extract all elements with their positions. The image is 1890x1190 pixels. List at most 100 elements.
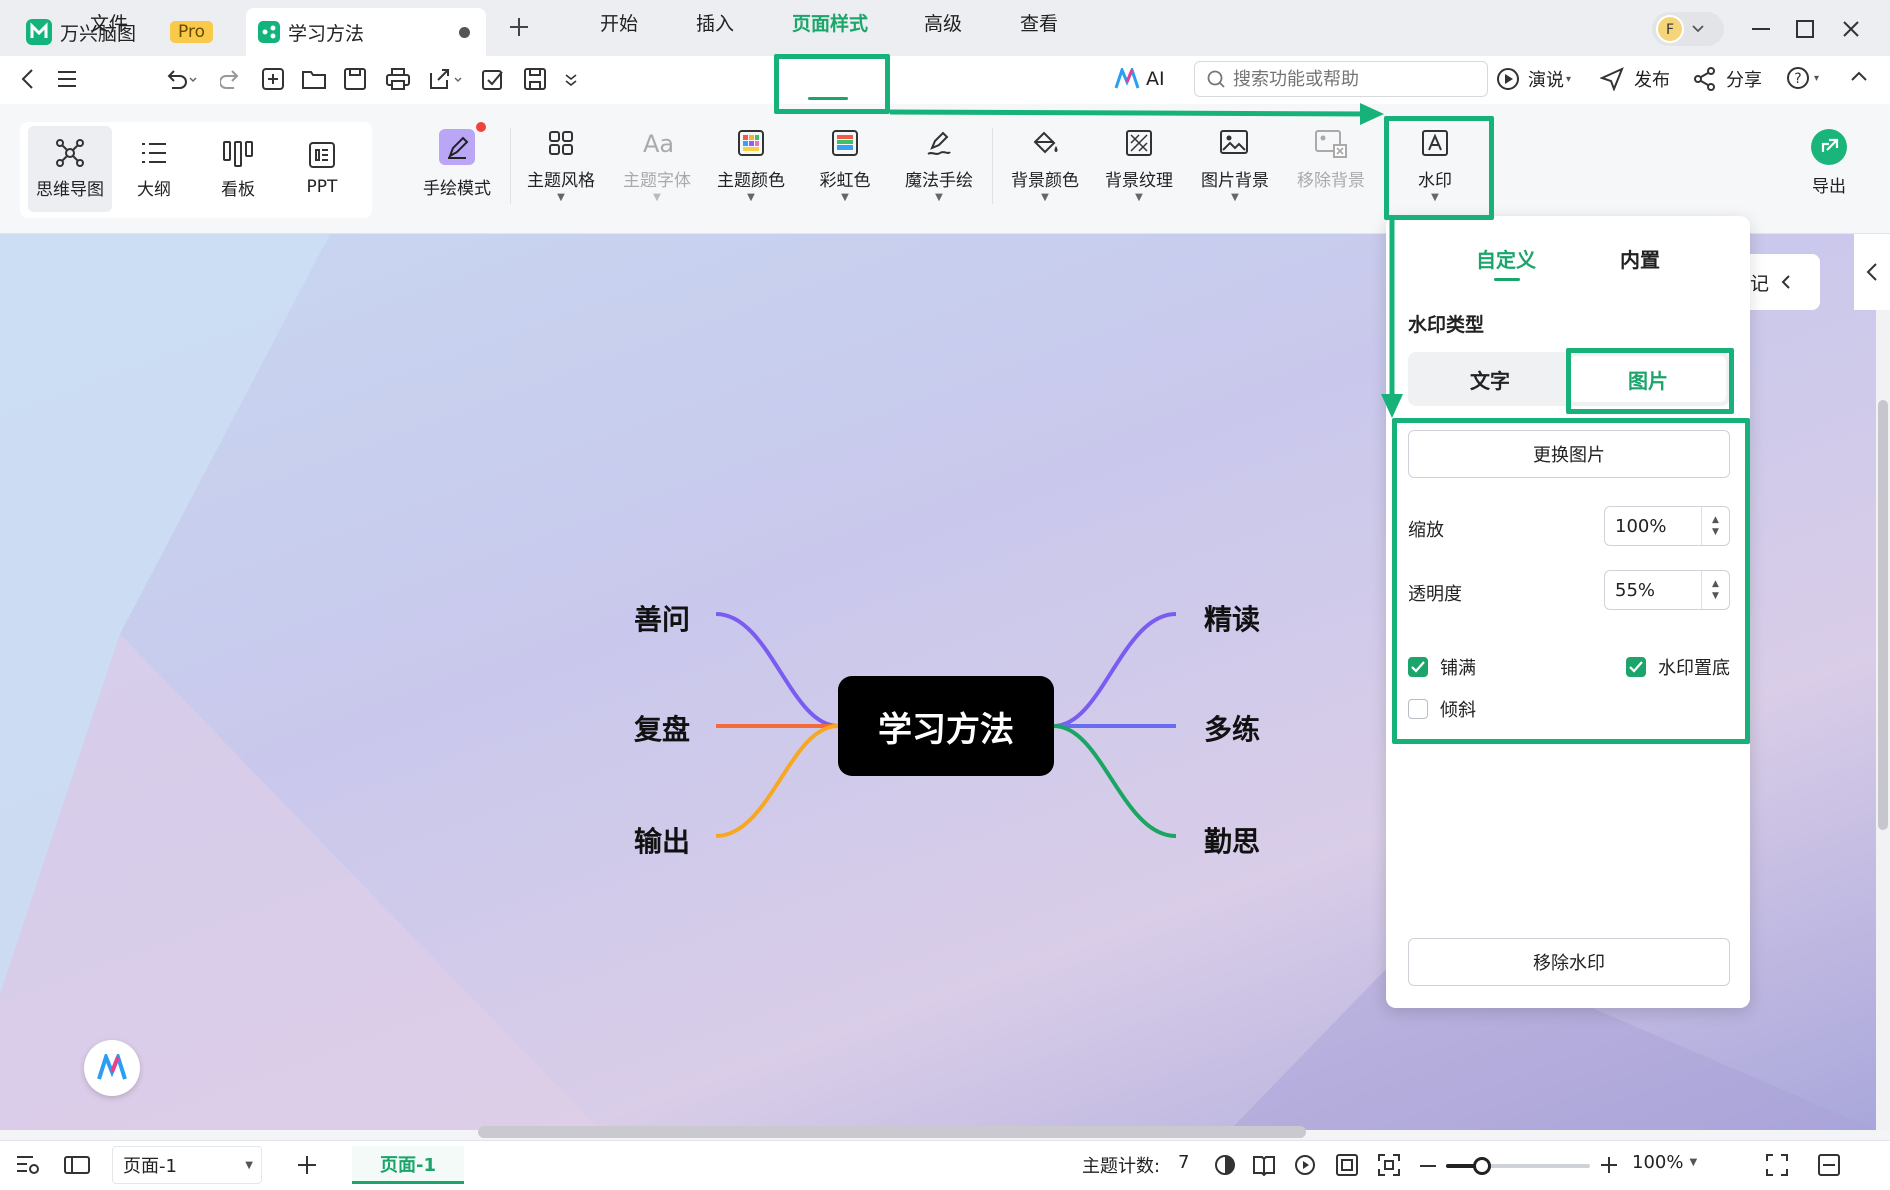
arrow-down-icon[interactable]: ▼ xyxy=(1712,590,1719,602)
theme-style-button[interactable]: 主题风格 ▼ xyxy=(514,128,608,203)
menu-view[interactable]: 查看 xyxy=(1020,10,1058,38)
unsaved-dot-icon[interactable] xyxy=(459,26,470,38)
arrow-up-icon[interactable]: ▲ xyxy=(1712,514,1719,526)
search-box[interactable] xyxy=(1194,61,1488,97)
tilt-checkbox-row[interactable]: 倾斜 xyxy=(1408,696,1476,722)
opacity-stepper[interactable]: ▲▼ xyxy=(1604,570,1730,610)
publish-button[interactable]: 发布 xyxy=(1600,66,1670,92)
notes-tab[interactable]: 记 xyxy=(1740,254,1820,310)
zoom-out-icon[interactable] xyxy=(1420,1164,1436,1168)
redo-icon[interactable] xyxy=(220,68,242,90)
user-account[interactable]: F xyxy=(1652,12,1724,46)
scale-stepper[interactable]: ▲▼ xyxy=(1604,506,1730,546)
collapse-ribbon-icon[interactable] xyxy=(1850,70,1868,82)
save-as-icon[interactable] xyxy=(524,68,546,90)
menu-insert[interactable]: 插入 xyxy=(696,10,734,38)
page-select[interactable]: 页面-1 ▼ xyxy=(112,1146,262,1184)
arrow-down-icon[interactable]: ▼ xyxy=(1712,526,1719,538)
zoom-slider[interactable] xyxy=(1446,1157,1590,1175)
book-mode-icon[interactable] xyxy=(1252,1154,1276,1176)
menu-start[interactable]: 开始 xyxy=(600,10,638,38)
page-panel-icon[interactable] xyxy=(64,1156,90,1174)
image-background-button[interactable]: 图片背景 ▼ xyxy=(1188,128,1282,203)
change-image-button[interactable]: 更换图片 xyxy=(1408,430,1730,478)
more-chevron-icon[interactable] xyxy=(564,72,578,86)
topic-qinsi[interactable]: 勤思 xyxy=(1204,820,1260,860)
file-menu[interactable]: 文件 xyxy=(90,10,128,38)
menu-advanced[interactable]: 高级 xyxy=(924,10,962,38)
remove-watermark-button[interactable]: 移除水印 xyxy=(1408,938,1730,986)
slideshow-icon[interactable] xyxy=(1294,1154,1316,1176)
horizontal-scrollbar-thumb[interactable] xyxy=(478,1126,1306,1138)
scale-arrows[interactable]: ▲ ▼ xyxy=(1701,507,1729,545)
zoom-in-icon[interactable] xyxy=(1600,1156,1618,1174)
tile-checkbox[interactable] xyxy=(1408,657,1428,677)
zoom-slider-handle[interactable] xyxy=(1473,1157,1491,1175)
maximize-icon[interactable] xyxy=(1788,12,1822,46)
task-icon[interactable] xyxy=(482,68,504,90)
type-image-option[interactable]: 图片 xyxy=(1570,356,1726,402)
theme-color-button[interactable]: 主题颜色 ▼ xyxy=(704,128,798,203)
central-topic[interactable]: 学习方法 xyxy=(838,676,1054,776)
minimize-icon[interactable] xyxy=(1744,12,1778,46)
tab-builtin[interactable]: 内置 xyxy=(1620,244,1660,273)
topic-shanwen[interactable]: 善问 xyxy=(634,598,690,638)
view-outline-button[interactable]: 大纲 xyxy=(112,126,196,212)
type-text-option[interactable]: 文字 xyxy=(1412,356,1568,402)
watermark-bottom-checkbox[interactable] xyxy=(1626,657,1646,677)
topic-duolian[interactable]: 多练 xyxy=(1204,708,1260,748)
tab-custom[interactable]: 自定义 xyxy=(1476,244,1536,273)
export-share-icon[interactable] xyxy=(428,68,464,90)
background-color-button[interactable]: 背景颜色 ▼ xyxy=(998,128,1092,203)
menu-page-style[interactable]: 页面样式 xyxy=(792,10,868,38)
tile-checkbox-row[interactable]: 铺满 xyxy=(1408,654,1476,680)
ai-assistant-button[interactable] xyxy=(84,1040,140,1096)
side-panel-toggle[interactable] xyxy=(1854,234,1890,310)
fit-screen-icon[interactable] xyxy=(1378,1154,1400,1176)
new-tab-icon[interactable] xyxy=(506,14,532,40)
menu-icon[interactable] xyxy=(58,70,76,88)
page-tab-active[interactable]: 页面-1 xyxy=(352,1146,464,1184)
outline-toggle-icon[interactable] xyxy=(16,1154,40,1176)
undo-icon[interactable] xyxy=(164,68,198,90)
zoom-level-select[interactable]: 100% ▼ xyxy=(1632,1152,1697,1173)
scale-input[interactable] xyxy=(1605,515,1689,537)
bottom-checkbox-row[interactable]: 水印置底 xyxy=(1626,654,1730,680)
search-input[interactable] xyxy=(1233,68,1473,90)
menu-ai[interactable]: AI xyxy=(1114,68,1165,90)
fit-page-icon[interactable] xyxy=(1336,1154,1358,1176)
new-file-icon[interactable] xyxy=(262,68,284,90)
opacity-input[interactable] xyxy=(1605,579,1689,601)
close-icon[interactable] xyxy=(1834,12,1868,46)
background-texture-button[interactable]: 背景纹理 ▼ xyxy=(1092,128,1186,203)
collapse-window-icon[interactable] xyxy=(1818,1154,1840,1176)
view-mindmap-button[interactable]: 思维导图 xyxy=(28,126,112,212)
rainbow-button[interactable]: 彩虹色 ▼ xyxy=(798,128,892,203)
view-kanban-button[interactable]: 看板 xyxy=(196,126,280,212)
remove-background-button[interactable]: 移除背景 xyxy=(1284,128,1378,191)
topic-jingdu[interactable]: 精读 xyxy=(1204,598,1260,638)
pro-badge[interactable]: Pro xyxy=(170,21,213,43)
present-button[interactable]: 演说 ▾ xyxy=(1496,66,1571,92)
view-ppt-button[interactable]: PPT xyxy=(280,126,364,212)
vertical-scrollbar-thumb[interactable] xyxy=(1878,400,1888,830)
export-button[interactable]: 导出 xyxy=(1782,128,1876,197)
topic-shuchu[interactable]: 输出 xyxy=(634,820,690,860)
watermark-button[interactable]: 水印 ▼ xyxy=(1388,128,1482,203)
tilt-checkbox[interactable] xyxy=(1408,699,1428,719)
topic-fupan[interactable]: 复盘 xyxy=(634,708,690,748)
document-tab[interactable]: 学习方法 xyxy=(246,8,486,56)
save-icon[interactable] xyxy=(344,68,366,90)
focus-mode-icon[interactable] xyxy=(1214,1154,1236,1176)
theme-font-button[interactable]: Aa 主题字体 ▼ xyxy=(610,128,704,203)
add-page-icon[interactable] xyxy=(296,1154,318,1176)
share-button[interactable]: 分享 xyxy=(1694,66,1762,92)
arrow-up-icon[interactable]: ▲ xyxy=(1712,578,1719,590)
opacity-arrows[interactable]: ▲ ▼ xyxy=(1701,571,1729,609)
print-icon[interactable] xyxy=(386,68,410,90)
back-icon[interactable] xyxy=(20,68,34,90)
hand-drawn-mode-button[interactable]: 手绘模式 xyxy=(410,122,504,199)
help-button[interactable]: ? ▾ xyxy=(1786,66,1819,90)
fullscreen-icon[interactable] xyxy=(1766,1154,1788,1176)
open-folder-icon[interactable] xyxy=(302,68,326,90)
